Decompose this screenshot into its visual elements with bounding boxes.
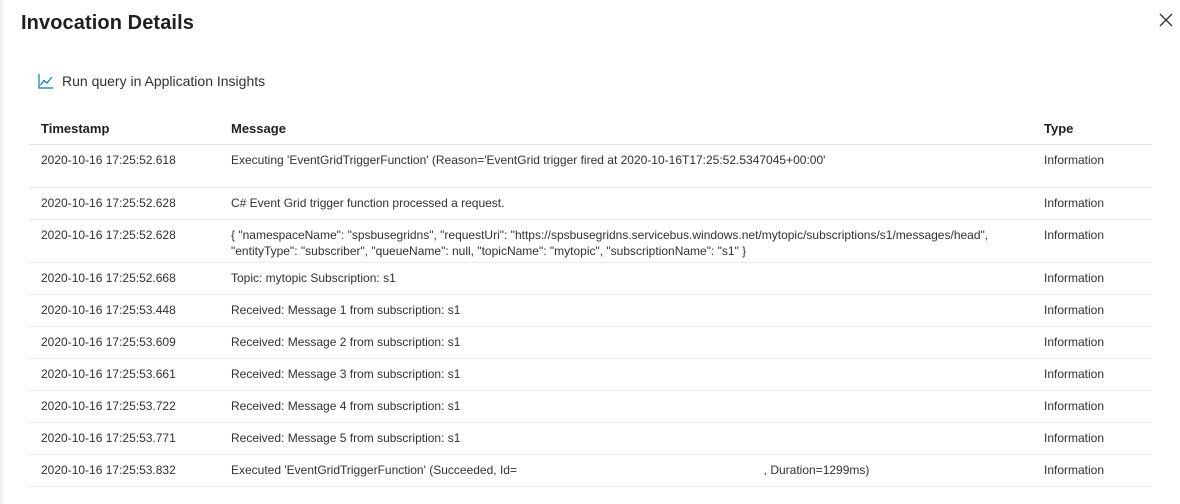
cell-timestamp: 2020-10-16 17:25:52.628 [41,228,176,242]
table-row[interactable]: 2020-10-16 17:25:52.628 C# Event Grid tri… [29,188,1152,220]
table-row[interactable]: 2020-10-16 17:25:53.609 Received: Message… [29,327,1152,359]
invocation-details-panel: Invocation Details Run query in Applicat… [0,0,1180,504]
cell-message: Received: Message 4 from subscription: s… [231,399,461,413]
cell-type: Information [1044,431,1105,445]
cell-message: { "namespaceName": "spsbusegridns", "req… [231,228,992,258]
run-query-button[interactable]: Run query in Application Insights [38,70,265,92]
cell-message: Executing 'EventGridTriggerFunction' (Re… [231,153,826,167]
cell-timestamp: 2020-10-16 17:25:52.618 [41,153,176,167]
table-row[interactable]: 2020-10-16 17:25:53.722 Received: Message… [29,391,1152,423]
table-body: 2020-10-16 17:25:52.618 Executing 'EventG… [29,145,1152,487]
cell-type: Information [1044,228,1105,242]
cell-timestamp: 2020-10-16 17:25:53.609 [41,335,176,349]
cell-timestamp: 2020-10-16 17:25:52.668 [41,271,176,285]
cell-type: Information [1044,463,1105,477]
cell-message: Received: Message 5 from subscription: s… [231,431,461,445]
table-row[interactable]: 2020-10-16 17:25:53.771 Received: Message… [29,423,1152,455]
table-row[interactable]: 2020-10-16 17:25:52.618 Executing 'EventG… [29,145,1152,188]
cell-message: Received: Message 2 from subscription: s… [231,335,461,349]
line-chart-icon [38,73,54,89]
run-query-label: Run query in Application Insights [62,73,266,89]
table-row[interactable]: 2020-10-16 17:25:53.832 Executed 'EventGr… [29,455,1152,487]
cell-message: Received: Message 1 from subscription: s… [231,303,461,317]
cell-type: Information [1044,196,1105,210]
cell-type: Information [1044,399,1105,413]
cell-message: Received: Message 3 from subscription: s… [231,367,461,381]
cell-timestamp: 2020-10-16 17:25:53.661 [41,367,176,381]
cell-type: Information [1044,367,1105,381]
cell-type: Information [1044,271,1105,285]
cell-timestamp: 2020-10-16 17:25:53.832 [41,463,176,477]
table-row[interactable]: 2020-10-16 17:25:53.661 Received: Message… [29,359,1152,391]
invocation-log-table: Timestamp Message Type 2020-10-16 17:25:… [29,112,1152,487]
cell-type: Information [1044,335,1105,349]
cell-timestamp: 2020-10-16 17:25:53.448 [41,303,176,317]
table-row[interactable]: 2020-10-16 17:25:52.668 Topic: mytopic Su… [29,263,1152,295]
cell-message: C# Event Grid trigger function processed… [231,196,505,210]
close-icon [1159,13,1173,32]
cell-message: Topic: mytopic Subscription: s1 [231,271,396,285]
close-button[interactable] [1154,10,1178,34]
cell-message: Executed 'EventGridTriggerFunction' (Suc… [231,463,870,477]
cell-timestamp: 2020-10-16 17:25:53.771 [41,431,176,445]
table-header: Timestamp Message Type [29,112,1152,145]
column-header-message[interactable]: Message [231,121,286,136]
page-title: Invocation Details [21,12,194,34]
cell-type: Information [1044,303,1105,317]
table-row[interactable]: 2020-10-16 17:25:53.448 Received: Message… [29,295,1152,327]
table-row[interactable]: 2020-10-16 17:25:52.628 { "namespaceName"… [29,220,1152,263]
column-header-timestamp[interactable]: Timestamp [41,121,109,136]
cell-type: Information [1044,153,1105,167]
cell-timestamp: 2020-10-16 17:25:53.722 [41,399,176,413]
cell-timestamp: 2020-10-16 17:25:52.628 [41,196,176,210]
column-header-type[interactable]: Type [1044,121,1073,136]
panel-left-shadow [0,0,6,504]
